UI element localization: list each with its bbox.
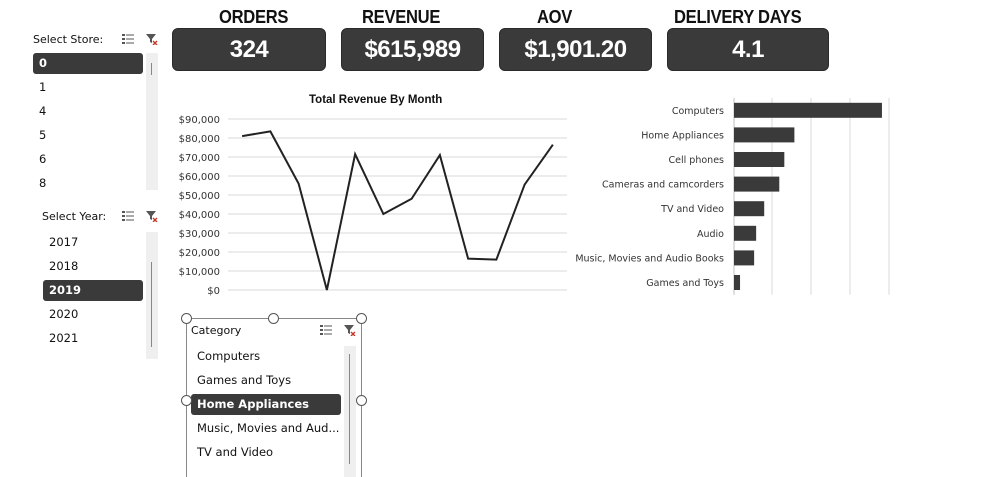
store-slicer-tools bbox=[122, 33, 158, 45]
kpi-title-orders: ORDERS bbox=[219, 7, 289, 27]
store-slicer-scroll-thumb[interactable] bbox=[151, 63, 152, 75]
bar bbox=[734, 201, 765, 217]
category-slicer-scroll-thumb[interactable] bbox=[349, 354, 350, 464]
bar-category-label: Music, Movies and Audio Books bbox=[575, 253, 724, 264]
bar bbox=[734, 250, 755, 266]
category-bar-chart: Computers Home Appliances Cell phones Camer… bbox=[575, 98, 890, 295]
bar bbox=[734, 127, 795, 143]
store-slicer[interactable]: Select Store: 0 1 4 5 6 8 bbox=[28, 28, 160, 193]
y-tick-label: $60,000 bbox=[179, 172, 220, 183]
year-slicer-scrollbar[interactable] bbox=[146, 232, 158, 359]
year-item-2019[interactable]: 2019 bbox=[43, 280, 143, 301]
kpi-title-aov: AOV bbox=[537, 7, 573, 27]
category-slicer-tools bbox=[320, 324, 356, 336]
y-tick-label: $10,000 bbox=[179, 267, 220, 278]
category-item-games-and-toys[interactable]: Games and Toys bbox=[191, 370, 341, 391]
kpi-card-delivery-days: 4.1 bbox=[667, 28, 829, 71]
kpi-value-delivery-days: 4.1 bbox=[732, 35, 764, 63]
kpi-title-delivery-days: DELIVERY DAYS bbox=[674, 7, 802, 27]
bar-category-label: Home Appliances bbox=[641, 130, 724, 141]
kpi-value-aov: $1,901.20 bbox=[524, 35, 627, 63]
multi-select-icon[interactable] bbox=[320, 324, 332, 336]
store-item-8[interactable]: 8 bbox=[33, 173, 143, 194]
bar bbox=[734, 102, 882, 118]
revenue-series-line bbox=[241, 130, 554, 291]
bar-category-label: Computers bbox=[672, 106, 724, 117]
category-item-tv-and-video[interactable]: TV and Video bbox=[191, 442, 341, 463]
year-item-2021[interactable]: 2021 bbox=[43, 328, 143, 349]
store-slicer-label: Select Store: bbox=[33, 33, 104, 46]
kpi-value-revenue: $615,989 bbox=[364, 35, 461, 63]
bar bbox=[734, 176, 780, 192]
y-tick-label: $80,000 bbox=[179, 134, 220, 145]
y-tick-label: $50,000 bbox=[179, 191, 220, 202]
y-tick-label: $90,000 bbox=[179, 115, 220, 126]
year-item-2020[interactable]: 2020 bbox=[43, 304, 143, 325]
kpi-card-revenue: $615,989 bbox=[341, 28, 484, 71]
store-item-4[interactable]: 4 bbox=[33, 101, 143, 122]
y-tick-label: $40,000 bbox=[179, 210, 220, 221]
category-slicer-label: Category bbox=[191, 324, 242, 337]
store-item-0[interactable]: 0 bbox=[33, 53, 143, 74]
multi-select-icon[interactable] bbox=[122, 33, 134, 45]
y-tick-label: $30,000 bbox=[179, 229, 220, 240]
resize-handle-top-middle[interactable] bbox=[268, 313, 279, 324]
store-item-5[interactable]: 5 bbox=[33, 125, 143, 146]
multi-select-icon[interactable] bbox=[122, 210, 134, 222]
year-slicer-label: Select Year: bbox=[42, 210, 107, 223]
category-slicer-scrollbar[interactable] bbox=[344, 346, 356, 477]
kpi-value-orders: 324 bbox=[229, 35, 269, 63]
bar bbox=[734, 225, 757, 241]
resize-handle-middle-right[interactable] bbox=[356, 395, 367, 406]
store-item-1[interactable]: 1 bbox=[33, 77, 143, 98]
bar-category-label: TV and Video bbox=[660, 204, 724, 215]
year-slicer-tools bbox=[122, 210, 158, 222]
category-slicer[interactable]: Category Computers Games and Toys Home A… bbox=[186, 318, 362, 477]
year-slicer-scroll-thumb[interactable] bbox=[151, 262, 152, 347]
revenue-line-chart: $0 $10,000 $20,000 $30,000 $40,000 $50,000 $60… bbox=[179, 115, 567, 297]
bar bbox=[734, 275, 741, 290]
line-chart-title: Total Revenue By Month bbox=[309, 94, 443, 106]
bar-category-label: Cell phones bbox=[669, 155, 725, 166]
resize-handle-middle-left[interactable] bbox=[181, 395, 192, 406]
bar bbox=[734, 152, 785, 167]
clear-filter-icon[interactable] bbox=[344, 324, 356, 336]
y-tick-label: $70,000 bbox=[179, 153, 220, 164]
year-slicer[interactable]: Select Year: 2017 2018 2019 2020 2021 bbox=[38, 203, 160, 360]
store-slicer-scrollbar[interactable] bbox=[146, 53, 158, 190]
kpi-card-orders: 324 bbox=[172, 28, 326, 71]
clear-filter-icon[interactable] bbox=[146, 33, 158, 45]
y-tick-label: $0 bbox=[207, 286, 220, 297]
clear-filter-icon[interactable] bbox=[146, 210, 158, 222]
bar-category-label: Audio bbox=[697, 229, 724, 240]
resize-handle-top-left[interactable] bbox=[181, 313, 192, 324]
kpi-card-aov: $1,901.20 bbox=[499, 28, 652, 71]
resize-handle-top-right[interactable] bbox=[356, 313, 367, 324]
kpi-title-revenue: REVENUE bbox=[362, 7, 441, 27]
category-item-computers[interactable]: Computers bbox=[191, 346, 341, 367]
year-item-2017[interactable]: 2017 bbox=[43, 232, 143, 253]
bar-category-label: Cameras and camcorders bbox=[602, 180, 724, 191]
bar-category-label: Games and Toys bbox=[646, 278, 724, 289]
y-tick-label: $20,000 bbox=[179, 248, 220, 259]
store-item-6[interactable]: 6 bbox=[33, 149, 143, 170]
year-item-2018[interactable]: 2018 bbox=[43, 256, 143, 277]
category-item-home-appliances[interactable]: Home Appliances bbox=[191, 394, 341, 415]
category-item-music-movies[interactable]: Music, Movies and Aud... bbox=[191, 418, 341, 439]
